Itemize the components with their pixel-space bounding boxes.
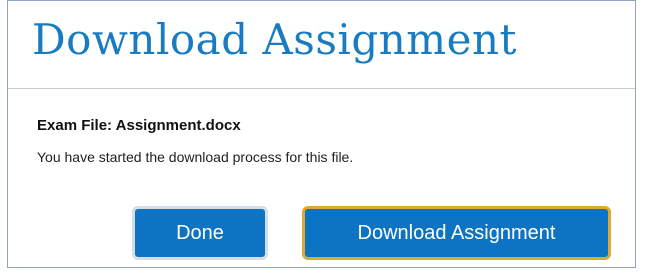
download-status-text: You have started the download process fo… [37,149,354,165]
title-divider [8,88,635,89]
exam-file-label: Exam File: Assignment.docx [37,117,241,134]
dialog-title: Download Assignment [32,15,517,64]
done-button[interactable]: Done [132,206,268,260]
download-dialog: Download Assignment Exam File: Assignmen… [7,0,636,268]
download-assignment-button[interactable]: Download Assignment [302,206,611,260]
